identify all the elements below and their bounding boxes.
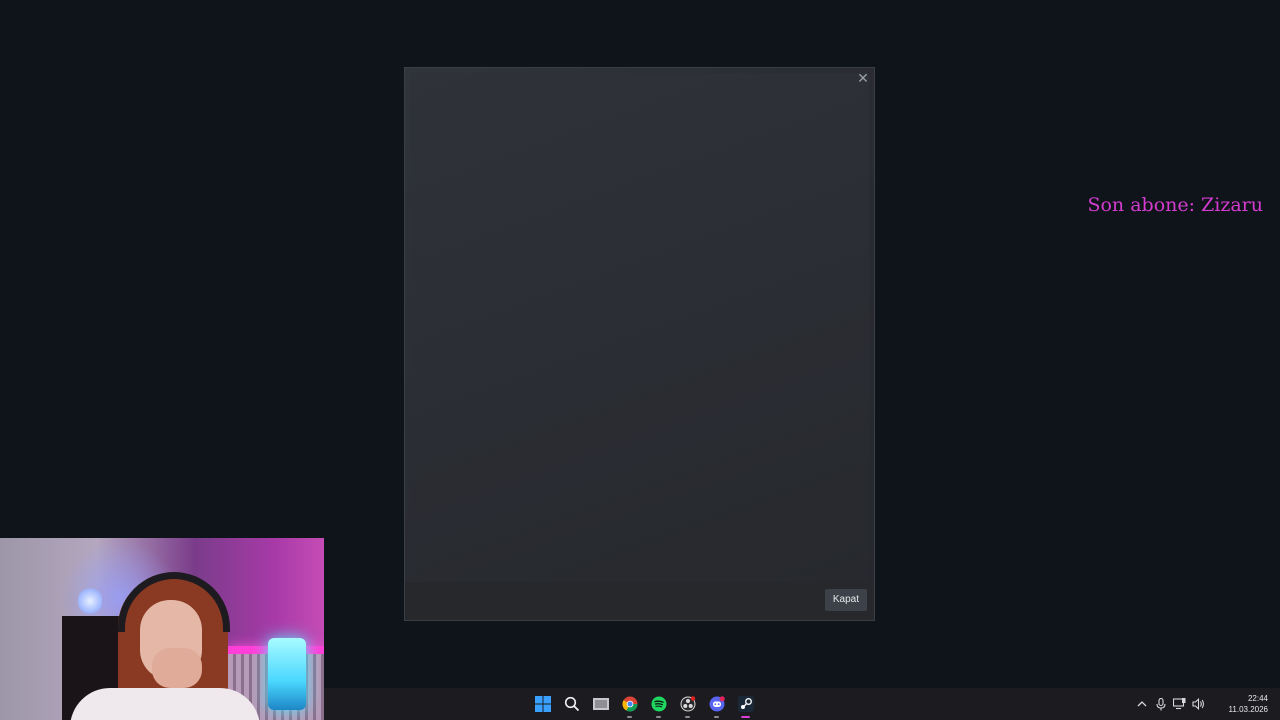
close-button[interactable]: Kapat bbox=[824, 589, 867, 611]
speaker-icon[interactable] bbox=[1189, 688, 1208, 720]
clock[interactable]: 22:44 11.03.2026 bbox=[1208, 693, 1280, 715]
steam-button[interactable] bbox=[731, 688, 760, 720]
obs-button[interactable] bbox=[673, 688, 702, 720]
discord-button[interactable] bbox=[702, 688, 731, 720]
spotify-button[interactable] bbox=[644, 688, 673, 720]
spotify-icon bbox=[651, 696, 666, 712]
steam-icon bbox=[737, 696, 754, 712]
chevron-up-icon[interactable] bbox=[1132, 688, 1151, 720]
file-explorer-button[interactable] bbox=[586, 688, 615, 720]
dialog-window: ✕ Kapat bbox=[404, 67, 875, 621]
clock-date: 11.03.2026 bbox=[1228, 705, 1268, 714]
start-button[interactable] bbox=[528, 688, 557, 720]
windows-logo-icon bbox=[534, 696, 551, 712]
dialog-content bbox=[410, 73, 869, 582]
folder-icon bbox=[592, 698, 609, 710]
system-tray: 22:44 11.03.2026 bbox=[1132, 688, 1280, 720]
search-icon bbox=[564, 696, 579, 712]
dialog-footer: Kapat bbox=[405, 582, 874, 620]
desktop: ✕ Kapat Son abone: Zizaru 22:44 11.03.20… bbox=[0, 0, 1280, 720]
close-icon[interactable]: ✕ bbox=[856, 72, 870, 86]
taskbar-apps bbox=[528, 688, 760, 720]
microphone-icon[interactable] bbox=[1151, 688, 1170, 720]
network-icon[interactable] bbox=[1170, 688, 1189, 720]
clock-time: 22:44 bbox=[1247, 694, 1268, 703]
chrome-icon bbox=[621, 696, 637, 712]
taskbar: 22:44 11.03.2026 bbox=[324, 688, 1280, 720]
discord-icon bbox=[709, 696, 725, 712]
chrome-button[interactable] bbox=[615, 688, 644, 720]
obs-icon bbox=[680, 696, 695, 712]
last-subscriber-overlay: Son abone: Zizaru bbox=[1087, 194, 1263, 216]
webcam-feed bbox=[0, 538, 324, 720]
search-button[interactable] bbox=[557, 688, 586, 720]
